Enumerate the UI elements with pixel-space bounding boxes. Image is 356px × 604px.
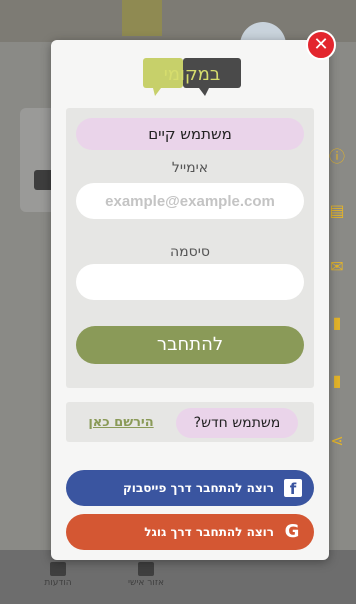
background-topbar-accent (122, 0, 162, 36)
google-login-button[interactable]: G רוצה להתחבר דרך גוגל (66, 514, 314, 550)
document-icon: ▮ (332, 313, 342, 332)
email-label: אימייל (171, 160, 209, 176)
password-label: סיסמה (170, 244, 210, 260)
background-topbar (0, 0, 356, 42)
google-icon: G (284, 521, 300, 542)
background-tab-personal-area: אזור אישי (116, 562, 176, 588)
contract-icon: ▮ (332, 371, 342, 390)
background-tab-label: הודעות (44, 578, 72, 588)
share-icon: ⋖ (330, 431, 344, 450)
messages-icon (50, 562, 66, 576)
info-icon: ⓘ (328, 147, 345, 166)
logo-text: במקומי (164, 64, 221, 85)
person-icon (138, 562, 154, 576)
bemkomi-logo: במקומי (143, 58, 241, 96)
mail-icon: ✉ (330, 257, 344, 276)
password-field[interactable] (76, 264, 304, 300)
email-field[interactable] (76, 183, 304, 219)
new-user-label: משתמש חדש? (176, 408, 298, 438)
background-tab-label: אזור אישי (128, 578, 164, 588)
facebook-login-button[interactable]: f רוצה להתחבר דרך פייסבוק (66, 470, 314, 506)
facebook-login-label: רוצה להתחבר דרך פייסבוק (122, 481, 274, 495)
existing-user-heading: משתמש קיים (76, 118, 304, 150)
background-tab-messages: הודעות (28, 562, 88, 588)
close-button[interactable]: ✕ (306, 30, 336, 60)
news-icon: ▤ (329, 201, 345, 220)
login-modal: במקומי משתמש קיים אימייל סיסמה להתחבר מש… (51, 40, 329, 560)
login-button[interactable]: להתחבר (76, 326, 304, 364)
google-login-label: רוצה להתחבר דרך גוגל (144, 525, 274, 539)
facebook-icon: f (284, 479, 302, 498)
register-link[interactable]: הירשם כאן (79, 408, 163, 438)
